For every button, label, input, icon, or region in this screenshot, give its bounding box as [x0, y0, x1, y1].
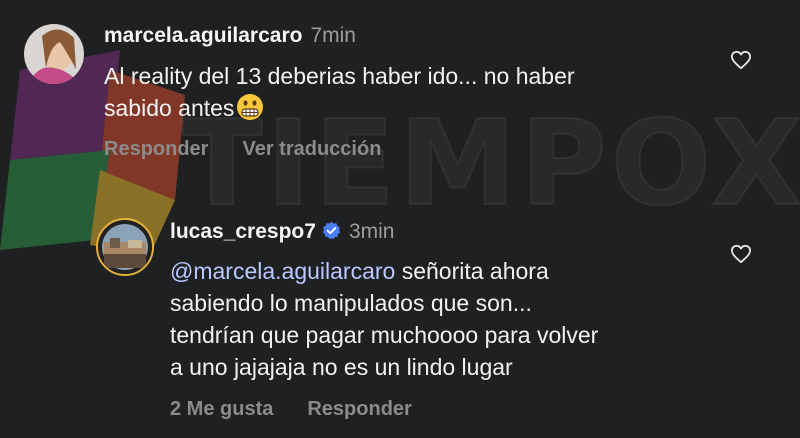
comment-text-line: Al reality del 13 deberias haber ido... … — [104, 63, 575, 89]
comment-text-fragment: señorita ahora — [395, 258, 549, 284]
comment-header: lucas_crespo7 3min — [170, 220, 394, 244]
comment-actions: 2 Me gusta Responder — [170, 398, 446, 421]
comment-text-line: tendrían que pagar muchoooo para volver — [170, 322, 599, 348]
comment-time: 3min — [348, 220, 395, 243]
username[interactable]: lucas_crespo7 — [170, 220, 316, 243]
comment-time: 7min — [310, 24, 356, 47]
avatar[interactable] — [24, 24, 84, 84]
comment-text: @marcela.aguilarcaro señorita ahora sabi… — [170, 255, 730, 383]
reply-button[interactable]: Responder — [104, 138, 208, 161]
comment-text: Al reality del 13 deberias haber ido... … — [104, 60, 724, 124]
comment-text-line: a uno jajajaja no es un lindo lugar — [170, 354, 513, 380]
reply-button[interactable]: Responder — [307, 398, 411, 421]
comment-header: marcela.aguilarcaro 7min — [104, 24, 356, 48]
comment-text-line: sabiendo lo manipulados que son... — [170, 290, 532, 316]
comment-actions: Responder Ver traducción — [104, 138, 415, 161]
username[interactable]: marcela.aguilarcaro — [104, 24, 302, 47]
avatar[interactable] — [96, 218, 154, 276]
comment-text-fragment: sabido antes — [104, 95, 235, 121]
comment-text-line-2: sabido antes — [104, 92, 724, 124]
verified-badge-icon — [322, 221, 341, 240]
translate-button[interactable]: Ver traducción — [242, 138, 381, 161]
heart-icon[interactable] — [730, 244, 752, 264]
comment-text-line: @marcela.aguilarcaro señorita ahora — [170, 255, 730, 287]
mention-link[interactable]: @marcela.aguilarcaro — [170, 258, 395, 284]
likes-count[interactable]: 2 Me gusta — [170, 398, 273, 421]
grimacing-face-icon — [237, 94, 264, 120]
heart-icon[interactable] — [730, 50, 752, 70]
